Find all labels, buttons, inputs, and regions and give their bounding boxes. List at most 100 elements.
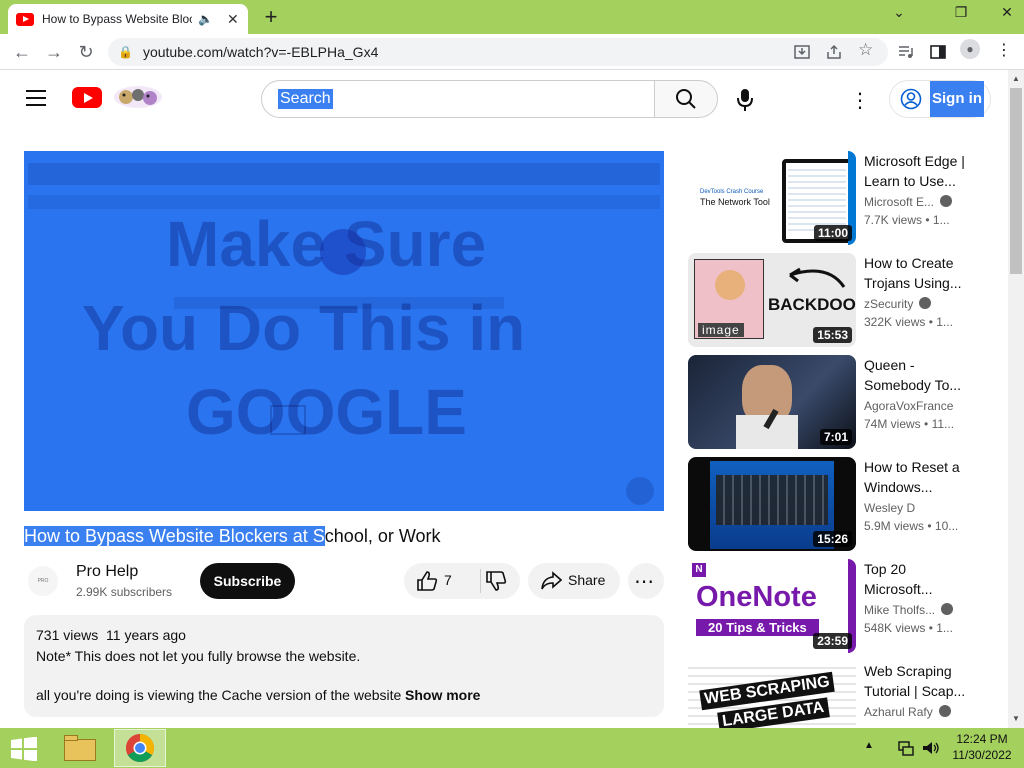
recommended-video-title[interactable]: Top 20 Microsoft... (864, 559, 968, 599)
video-thumbnail[interactable]: WEB SCRAPING LARGE DATA (688, 661, 856, 728)
recommended-views: 322K views (864, 315, 926, 329)
close-window-button[interactable]: ✕ (990, 0, 1024, 24)
show-hidden-icons-icon[interactable]: ▲ (864, 740, 874, 751)
recommended-channel[interactable]: zSecurity (864, 297, 932, 311)
recommended-video-title[interactable]: How to Create Trojans Using... (864, 253, 968, 293)
recommended-video-title[interactable]: Queen - Somebody To... (864, 355, 968, 395)
channel-name[interactable]: Pro Help (76, 563, 138, 581)
recommended-channel[interactable]: Wesley D (864, 501, 915, 515)
recommended-channel-name: zSecurity (864, 297, 914, 311)
scroll-up-arrow-icon[interactable]: ▲ (1012, 74, 1020, 83)
file-explorer-icon[interactable] (62, 733, 98, 763)
recommended-video[interactable]: 15:26 How to Reset a Windows... Wesley D… (688, 457, 988, 551)
folder-tab (64, 735, 78, 741)
share-page-icon[interactable] (826, 44, 842, 60)
verified-badge-icon (941, 603, 954, 615)
share-button[interactable]: Share (528, 563, 620, 599)
media-control-icon[interactable] (898, 44, 914, 60)
channel-avatar[interactable]: PRO (28, 566, 58, 596)
video-duration: 7:01 (819, 429, 852, 445)
audio-playing-icon[interactable]: 🔈 (198, 12, 213, 26)
video-frame-browser-chrome (28, 163, 660, 185)
tab-close-icon[interactable]: ✕ (227, 11, 239, 28)
recommended-views: 5.9M views (864, 519, 925, 533)
verified-badge-icon (919, 297, 932, 309)
video-watermark-icon (626, 477, 654, 505)
youtube-logo-icon[interactable] (72, 87, 102, 108)
video-player[interactable]: Make Sure You Do This in GOOGLE (24, 151, 664, 511)
youtube-doodle-logo[interactable] (112, 84, 164, 110)
recommended-video[interactable]: 7:01 Queen - Somebody To... AgoraVoxFran… (688, 355, 988, 449)
thumbnail-subcaption: image (698, 323, 744, 337)
side-panel-icon[interactable] (930, 44, 946, 60)
search-input[interactable]: Search (261, 80, 655, 118)
forward-arrow-icon[interactable]: → (42, 40, 66, 64)
account-icon (900, 88, 922, 110)
address-bar[interactable]: 🔒 youtube.com/watch?v=-EBLPHa_Gx4 (108, 38, 888, 66)
search-button[interactable] (654, 80, 718, 118)
recommended-channel-name: Mike Tholfs... (864, 603, 936, 617)
profile-avatar-icon[interactable]: ● (960, 39, 980, 59)
video-thumbnail[interactable]: 7:01 (688, 355, 856, 449)
reload-icon[interactable]: ↻ (74, 40, 98, 64)
recommended-video[interactable]: WEB SCRAPING LARGE DATA Web Scraping Tut… (688, 661, 988, 728)
settings-more-icon[interactable]: ⋮ (850, 88, 870, 112)
recommended-channel-name: Azharul Rafy (864, 705, 933, 719)
hamburger-menu-icon[interactable] (26, 90, 46, 106)
volume-icon[interactable] (922, 740, 940, 756)
install-app-icon[interactable] (794, 44, 810, 60)
windows-start-icon[interactable] (10, 737, 38, 761)
browser-menu-icon[interactable]: ⋮ (996, 40, 1012, 60)
show-more-button[interactable]: Show more (405, 687, 480, 703)
thumbnail-caption-small: DevTools Crash Course (700, 189, 764, 195)
recommended-video-title[interactable]: Microsoft Edge | Learn to Use... (864, 151, 968, 191)
recommended-channel[interactable]: Microsoft E... (864, 195, 953, 209)
like-button[interactable]: 7 (404, 563, 480, 599)
dislike-button[interactable] (481, 563, 520, 599)
lock-icon[interactable]: 🔒 (118, 45, 133, 59)
page-scrollbar[interactable]: ▲ ▼ (1008, 70, 1024, 728)
minimize-button[interactable]: ⌄ (882, 0, 916, 24)
browser-tab[interactable]: How to Bypass Website Blocker 🔈 ✕ (8, 4, 248, 34)
recommended-channel-name: AgoraVoxFrance (864, 399, 954, 413)
like-count: 7 (444, 572, 452, 588)
video-duration: 15:53 (813, 327, 852, 343)
recommended-video[interactable]: image BACKDOOR 15:53 How to Create Troja… (688, 253, 988, 347)
new-tab-button[interactable]: + (258, 4, 284, 30)
taskbar-clock[interactable]: 12:24 PM 11/30/2022 (946, 731, 1018, 763)
recommended-age: 1... (932, 213, 950, 227)
scroll-down-arrow-icon[interactable]: ▼ (1012, 714, 1020, 723)
recommended-video[interactable]: N OneNote 20 Tips & Tricks 23:59 Top 20 … (688, 559, 988, 653)
recommended-video[interactable]: DevTools Crash Course The Network Tool 1… (688, 151, 988, 245)
recommended-age: 11... (931, 417, 955, 431)
microphone-icon (737, 89, 753, 111)
recommended-channel[interactable]: Azharul Rafy (864, 705, 951, 719)
chrome-icon (126, 734, 154, 762)
search-input-text[interactable]: Search (278, 89, 333, 109)
recommended-channel[interactable]: Mike Tholfs... (864, 603, 954, 617)
video-thumbnail[interactable]: N OneNote 20 Tips & Tricks 23:59 (688, 559, 856, 653)
recommended-channel[interactable]: AgoraVoxFrance (864, 399, 953, 413)
video-thumbnail[interactable]: image BACKDOOR 15:53 (688, 253, 856, 347)
bookmark-star-icon[interactable]: ☆ (858, 40, 873, 60)
sign-in-button[interactable]: Sign in (889, 80, 991, 118)
video-thumbnail[interactable]: DevTools Crash Course The Network Tool 1… (688, 151, 856, 245)
video-title: How to Bypass Website Blockers at School… (24, 526, 441, 547)
share-arrow-icon (541, 571, 562, 590)
voice-search-button[interactable] (727, 82, 763, 118)
recommended-video-title[interactable]: How to Reset a Windows... (864, 457, 968, 497)
thumbs-up-icon (417, 571, 438, 591)
video-description[interactable]: 731 views 11 years ago Note* This does n… (24, 615, 664, 717)
thumbnail-caption: BACKDOOR (768, 295, 856, 314)
more-actions-button[interactable]: ⋯ (628, 563, 664, 599)
recommended-channel-name: Wesley D (864, 501, 916, 515)
recommended-video-title[interactable]: Web Scraping Tutorial | Scap... (864, 661, 968, 701)
view-count: 731 views (36, 627, 99, 643)
video-thumbnail[interactable]: 15:26 (688, 457, 856, 551)
subscribe-button[interactable]: Subscribe (200, 563, 295, 599)
back-arrow-icon[interactable]: ← (10, 40, 34, 64)
restore-button[interactable]: ❐ (944, 0, 978, 24)
scrollbar-thumb[interactable] (1010, 88, 1022, 274)
network-icon[interactable] (898, 740, 914, 756)
chrome-taskbar-button[interactable] (114, 729, 166, 767)
